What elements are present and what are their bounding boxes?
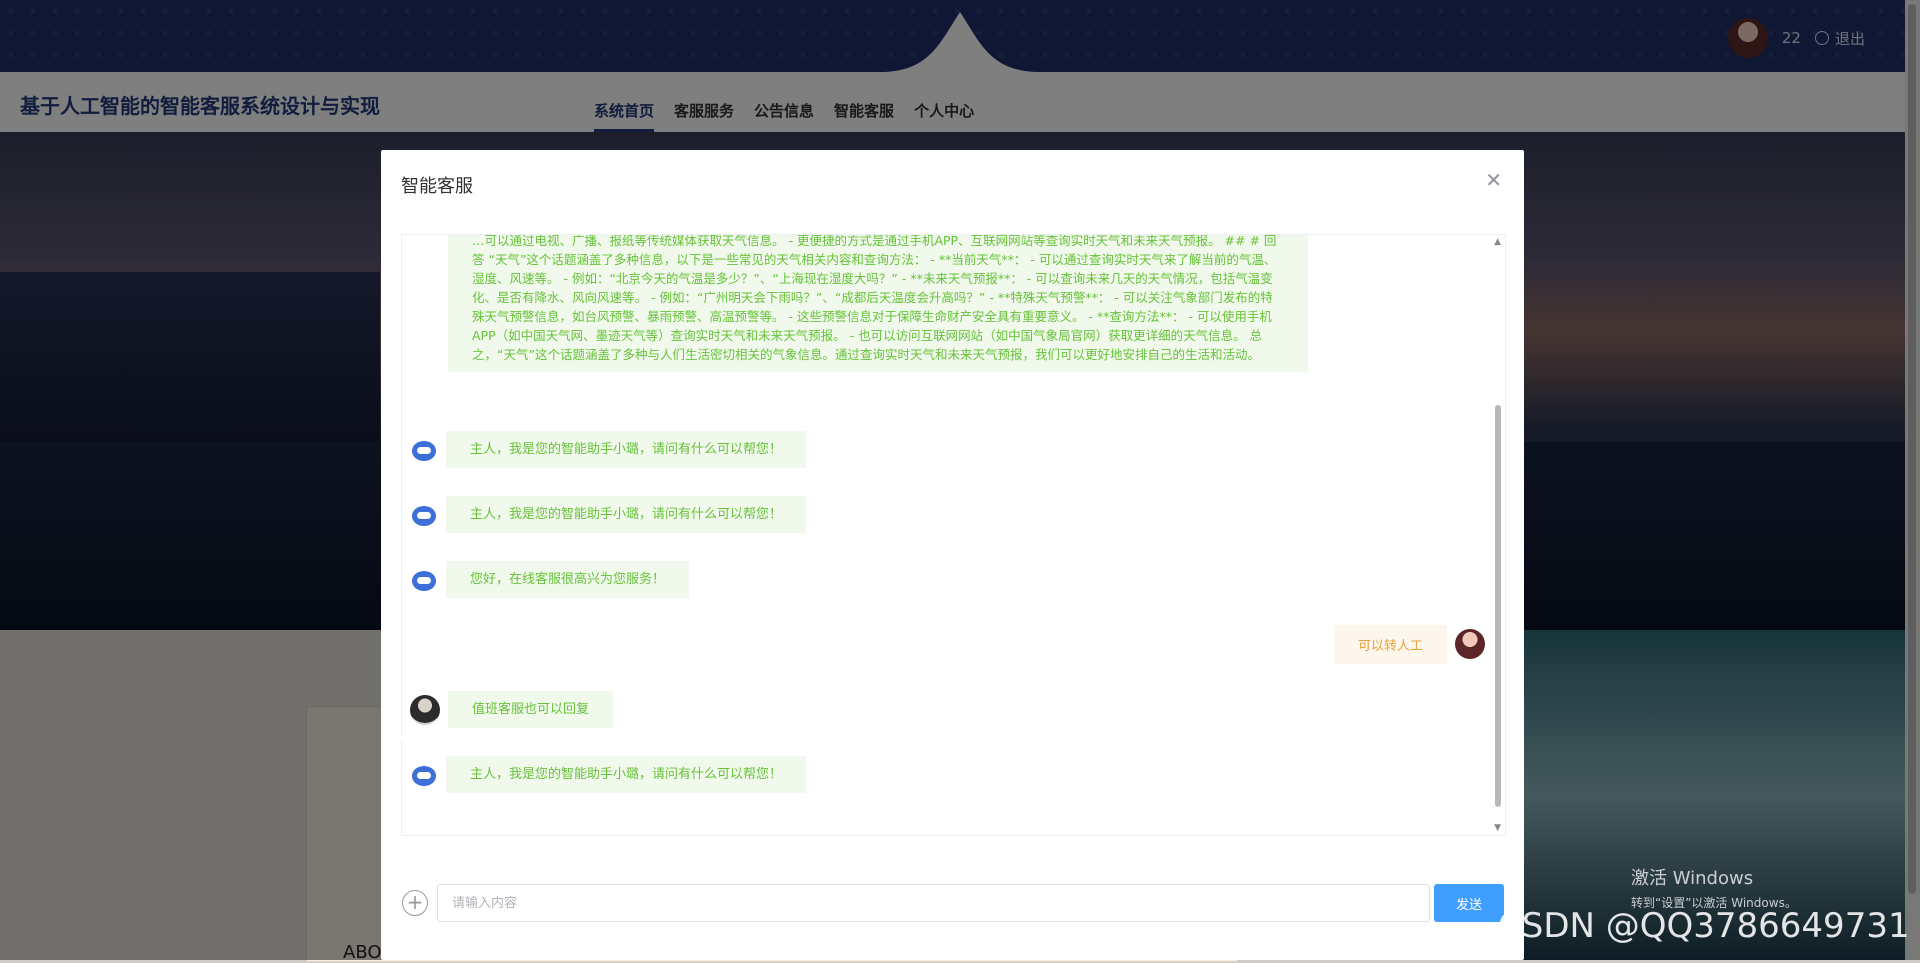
message-bubble: 您好，在线客服很高兴为您服务！ <box>446 561 690 598</box>
agent-avatar <box>410 695 440 725</box>
plus-circle-icon[interactable]: + <box>402 890 428 916</box>
activate-title: 激活 Windows <box>1631 868 1754 889</box>
chat-message-agent: 值班客服也可以回复 <box>410 691 614 728</box>
message-input[interactable] <box>437 884 1430 922</box>
robot-icon <box>410 567 438 595</box>
chat-history[interactable]: …可以通过电视、广播、报纸等传统媒体获取天气信息。 - 更便捷的方式是通过手机A… <box>401 234 1506 836</box>
robot-icon <box>410 502 438 530</box>
scroll-down-arrow-icon[interactable]: ▼ <box>1494 823 1501 833</box>
message-bubble: 值班客服也可以回复 <box>448 691 614 728</box>
close-icon[interactable]: ✕ <box>1485 168 1502 192</box>
robot-icon <box>410 437 438 465</box>
send-button[interactable]: 发送 <box>1434 884 1504 922</box>
message-bubble: 主人，我是您的智能助手小璐，请问有什么可以帮您！ <box>446 431 807 468</box>
message-bubble: 主人，我是您的智能助手小璐，请问有什么可以帮您！ <box>446 756 807 793</box>
chat-message-bot: 主人，我是您的智能助手小璐，请问有什么可以帮您！ <box>410 496 807 533</box>
user-avatar <box>1455 629 1485 659</box>
chat-scrollbar-thumb[interactable] <box>1495 405 1501 807</box>
windows-activation-notice: 激活 Windows 转到“设置”以激活 Windows。 <box>1631 864 1797 911</box>
long-answer-bubble: …可以通过电视、广播、报纸等传统媒体获取天气信息。 - 更便捷的方式是通过手机A… <box>448 235 1308 372</box>
message-bubble: 可以转人工 <box>1333 625 1447 664</box>
chat-message-bot: 主人，我是您的智能助手小璐，请问有什么可以帮您！ <box>410 756 807 793</box>
scroll-up-arrow-icon[interactable]: ▲ <box>1494 237 1501 247</box>
chat-message-bot: 主人，我是您的智能助手小璐，请问有什么可以帮您！ <box>410 431 807 468</box>
csdn-watermark: CSDN @QQ3786649731 <box>1498 906 1910 946</box>
chat-message-user: 可以转人工 <box>1333 625 1485 664</box>
robot-icon <box>410 762 438 790</box>
chat-message-bot: 您好，在线客服很高兴为您服务！ <box>410 561 690 598</box>
dialog-title: 智能客服 <box>401 176 473 197</box>
chat-dialog: 智能客服 ✕ …可以通过电视、广播、报纸等传统媒体获取天气信息。 - 更便捷的方… <box>381 150 1524 960</box>
message-bubble: 主人，我是您的智能助手小璐，请问有什么可以帮您！ <box>446 496 807 533</box>
